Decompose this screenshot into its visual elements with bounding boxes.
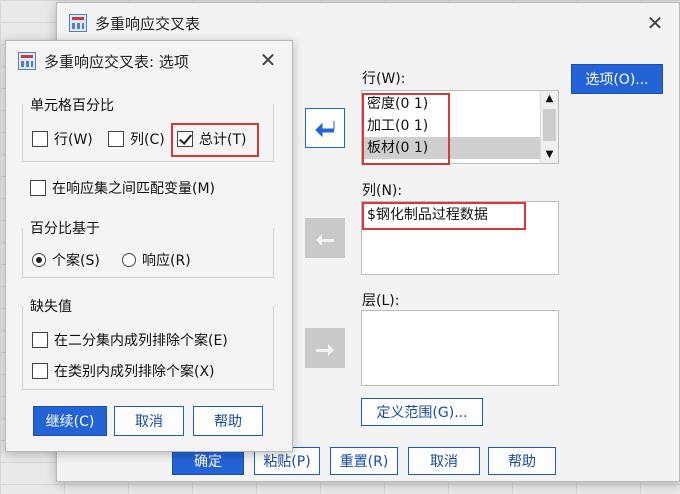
scroll-up-icon[interactable]: ▲ <box>541 93 558 105</box>
options-titlebar: 多重响应交叉表: 选项 <box>6 41 292 81</box>
row-checkbox[interactable]: 行(W) <box>32 129 93 149</box>
main-dialog-titlebar: 多重响应交叉表 <box>57 3 679 43</box>
radio-responses[interactable]: 响应(R) <box>122 250 191 270</box>
options-title: 多重响应交叉表: 选项 <box>44 52 189 71</box>
rows-scrollbar[interactable]: ▲ ▼ <box>540 91 558 163</box>
options-button[interactable]: 选项(O)... <box>571 64 663 94</box>
checkbox[interactable] <box>108 131 124 147</box>
radio-responses-label: 响应(R) <box>142 253 191 269</box>
scroll-thumb[interactable] <box>543 109 556 141</box>
cols-label: 列(N): <box>362 183 403 199</box>
app-icon <box>18 52 36 70</box>
col-checkbox-label: 列(C) <box>130 132 165 148</box>
close-icon[interactable]: ✕ <box>643 11 667 35</box>
move-to-cols-button[interactable] <box>305 218 345 258</box>
checkbox[interactable] <box>32 332 48 348</box>
radio-cases-label: 个案(S) <box>52 253 100 269</box>
missing-category-label: 在类别内成列排除个案(X) <box>54 364 215 380</box>
col-checkbox[interactable]: 列(C) <box>108 129 165 149</box>
close-icon[interactable]: ✕ <box>256 48 280 72</box>
radio-cases[interactable]: 个案(S) <box>32 250 100 270</box>
move-to-rows-button[interactable] <box>305 108 345 148</box>
rows-highlight <box>362 93 450 165</box>
arrow-left-icon <box>316 231 334 246</box>
row-checkbox-label: 行(W) <box>54 132 93 148</box>
missing-category-checkbox[interactable]: 在类别内成列排除个案(X) <box>32 361 215 381</box>
options-cancel-button[interactable]: 取消 <box>114 406 184 436</box>
match-vars-checkbox[interactable]: 在响应集之间匹配变量(M) <box>30 178 215 198</box>
total-highlight <box>171 123 259 157</box>
arrow-right-icon <box>316 341 334 356</box>
arrow-left-icon <box>315 121 335 137</box>
checkbox[interactable] <box>32 131 48 147</box>
match-vars-label: 在响应集之间匹配变量(M) <box>52 181 216 197</box>
cols-highlight <box>362 202 526 230</box>
cancel-button[interactable]: 取消 <box>408 447 480 475</box>
scroll-down-icon[interactable]: ▼ <box>541 149 558 161</box>
checkbox[interactable] <box>30 180 46 196</box>
continue-button[interactable]: 继续(C) <box>33 406 107 436</box>
radio-selected[interactable] <box>32 253 46 267</box>
layers-label: 层(L): <box>362 293 400 309</box>
radio[interactable] <box>122 253 136 267</box>
help-button[interactable]: 帮助 <box>488 447 556 475</box>
layers-listbox[interactable] <box>361 310 559 386</box>
missing-dichotomy-checkbox[interactable]: 在二分集内成列排除个案(E) <box>32 330 228 350</box>
options-help-button[interactable]: 帮助 <box>193 406 263 436</box>
rows-label: 行(W): <box>362 71 406 87</box>
main-dialog-title: 多重响应交叉表 <box>95 14 201 33</box>
checkbox[interactable] <box>32 363 48 379</box>
define-ranges-button[interactable]: 定义范围(G)... <box>361 398 483 426</box>
move-to-layers-button[interactable] <box>305 328 345 368</box>
reset-button[interactable]: 重置(R) <box>330 447 398 475</box>
missing-dichotomy-label: 在二分集内成列排除个案(E) <box>54 333 228 349</box>
app-icon <box>69 14 87 32</box>
